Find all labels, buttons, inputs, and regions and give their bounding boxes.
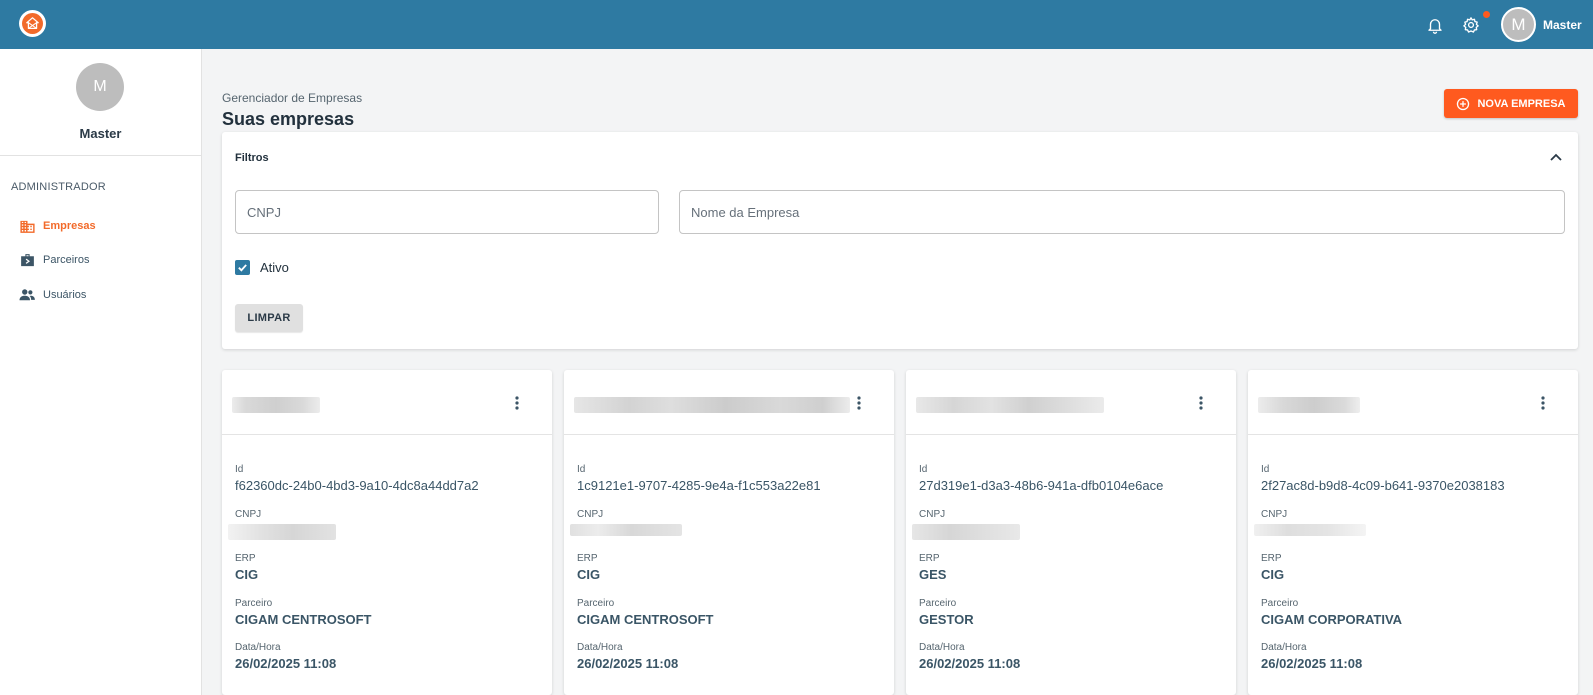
company-name-input[interactable]	[679, 190, 1565, 234]
more-vert-icon[interactable]	[1535, 394, 1551, 412]
bell-icon[interactable]	[1423, 13, 1447, 37]
parceiro-label: Parceiro	[1261, 598, 1299, 609]
company-name-redacted	[916, 397, 1104, 413]
erp-label: ERP	[577, 553, 598, 564]
cnpj-value-redacted	[228, 524, 336, 540]
company-card[interactable]: Id 1c9121e1-9707-4285-9e4a-f1c553a22e81 …	[564, 370, 894, 695]
company-card[interactable]: Id 2f27ac8d-b9d8-4c09-b641-9370e2038183 …	[1248, 370, 1578, 695]
buildings-icon	[18, 217, 36, 235]
cnpj-label: CNPJ	[1261, 509, 1288, 520]
erp-value: GES	[919, 567, 947, 582]
add-circle-icon	[1456, 97, 1470, 111]
card-header	[906, 370, 1236, 435]
chevron-up-icon[interactable]	[1548, 149, 1564, 165]
datahora-label: Data/Hora	[1261, 642, 1307, 653]
user-name[interactable]: Master	[1543, 18, 1582, 32]
parceiro-value: CIGAM CENTROSOFT	[235, 612, 372, 627]
cnpj-value-redacted	[912, 524, 1020, 540]
id-label: Id	[919, 464, 928, 475]
company-card[interactable]: Id 27d319e1-d3a3-48b6-941a-dfb0104e6ace …	[906, 370, 1236, 695]
sidebar-item-parceiros[interactable]: Parceiros	[18, 250, 89, 270]
briefcase-icon	[18, 251, 36, 269]
notification-badge	[1483, 11, 1490, 18]
sidebar-section-title: ADMINISTRADOR	[11, 181, 106, 193]
cnpj-label: CNPJ	[577, 509, 604, 520]
gear-icon[interactable]	[1459, 13, 1483, 37]
new-company-label: NOVA EMPRESA	[1477, 97, 1566, 110]
id-value: 2f27ac8d-b9d8-4c09-b641-9370e2038183	[1261, 478, 1505, 493]
erp-value: CIG	[235, 567, 259, 582]
ativo-label: Ativo	[260, 260, 289, 275]
new-company-button[interactable]: NOVA EMPRESA	[1444, 89, 1578, 118]
erp-value: CIG	[1261, 567, 1285, 582]
datahora-label: Data/Hora	[919, 642, 965, 653]
clear-button[interactable]: LIMPAR	[235, 304, 303, 332]
sidebar: M Master ADMINISTRADOR Empresas Parceiro…	[0, 49, 202, 695]
id-value: 27d319e1-d3a3-48b6-941a-dfb0104e6ace	[919, 478, 1164, 493]
parceiro-value: GESTOR	[919, 612, 974, 627]
company-card[interactable]: Id f62360dc-24b0-4bd3-9a10-4dc8a44dd7a2 …	[222, 370, 552, 695]
card-header	[1248, 370, 1578, 435]
people-icon	[18, 286, 36, 304]
more-vert-icon[interactable]	[509, 394, 525, 412]
card-header	[564, 370, 894, 435]
logo-icon[interactable]	[19, 10, 46, 37]
company-name-redacted	[232, 397, 320, 413]
erp-label: ERP	[1261, 553, 1282, 564]
sidebar-item-label: Usuários	[43, 289, 87, 301]
sidebar-item-label: Parceiros	[43, 254, 90, 266]
cnpj-label: CNPJ	[919, 509, 946, 520]
parceiro-label: Parceiro	[235, 598, 273, 609]
sidebar-item-empresas[interactable]: Empresas	[18, 216, 96, 236]
datahora-value: 26/02/2025 11:08	[577, 656, 679, 671]
card-header	[222, 370, 552, 435]
id-value: 1c9121e1-9707-4285-9e4a-f1c553a22e81	[577, 478, 821, 493]
cnpj-input[interactable]	[235, 190, 659, 234]
cnpj-value-redacted	[1254, 524, 1366, 536]
filters-panel: Filtros Ativo LIMPAR	[222, 132, 1578, 349]
erp-label: ERP	[235, 553, 256, 564]
erp-label: ERP	[919, 553, 940, 564]
company-name-redacted	[574, 397, 850, 413]
cnpj-value-redacted	[570, 524, 682, 536]
sidebar-item-label: Empresas	[43, 220, 96, 232]
id-label: Id	[1261, 464, 1270, 475]
parceiro-label: Parceiro	[577, 598, 615, 609]
parceiro-value: CIGAM CENTROSOFT	[577, 612, 714, 627]
breadcrumb: Gerenciador de Empresas	[222, 91, 363, 105]
sidebar-avatar: M	[76, 63, 124, 111]
datahora-value: 26/02/2025 11:08	[1261, 656, 1363, 671]
top-bar: M Master	[0, 0, 1593, 49]
parceiro-value: CIGAM CORPORATIVA	[1261, 612, 1403, 627]
avatar[interactable]: M	[1501, 7, 1536, 42]
more-vert-icon[interactable]	[1193, 394, 1209, 412]
filters-title: Filtros	[235, 152, 269, 164]
sidebar-user-name: Master	[79, 126, 122, 141]
datahora-value: 26/02/2025 11:08	[919, 656, 1021, 671]
company-name-redacted	[1258, 397, 1360, 413]
erp-value: CIG	[577, 567, 601, 582]
more-vert-icon[interactable]	[851, 394, 867, 412]
datahora-label: Data/Hora	[235, 642, 281, 653]
datahora-label: Data/Hora	[577, 642, 623, 653]
sidebar-divider	[0, 155, 201, 156]
sidebar-item-usuarios[interactable]: Usuários	[18, 285, 86, 305]
id-value: f62360dc-24b0-4bd3-9a10-4dc8a44dd7a2	[235, 478, 479, 493]
datahora-value: 26/02/2025 11:08	[235, 656, 337, 671]
checkbox-checked-icon[interactable]	[235, 260, 250, 275]
cnpj-label: CNPJ	[235, 509, 262, 520]
id-label: Id	[235, 464, 244, 475]
parceiro-label: Parceiro	[919, 598, 957, 609]
ativo-checkbox[interactable]: Ativo	[235, 260, 289, 275]
page-title: Suas empresas	[222, 109, 355, 129]
id-label: Id	[577, 464, 586, 475]
